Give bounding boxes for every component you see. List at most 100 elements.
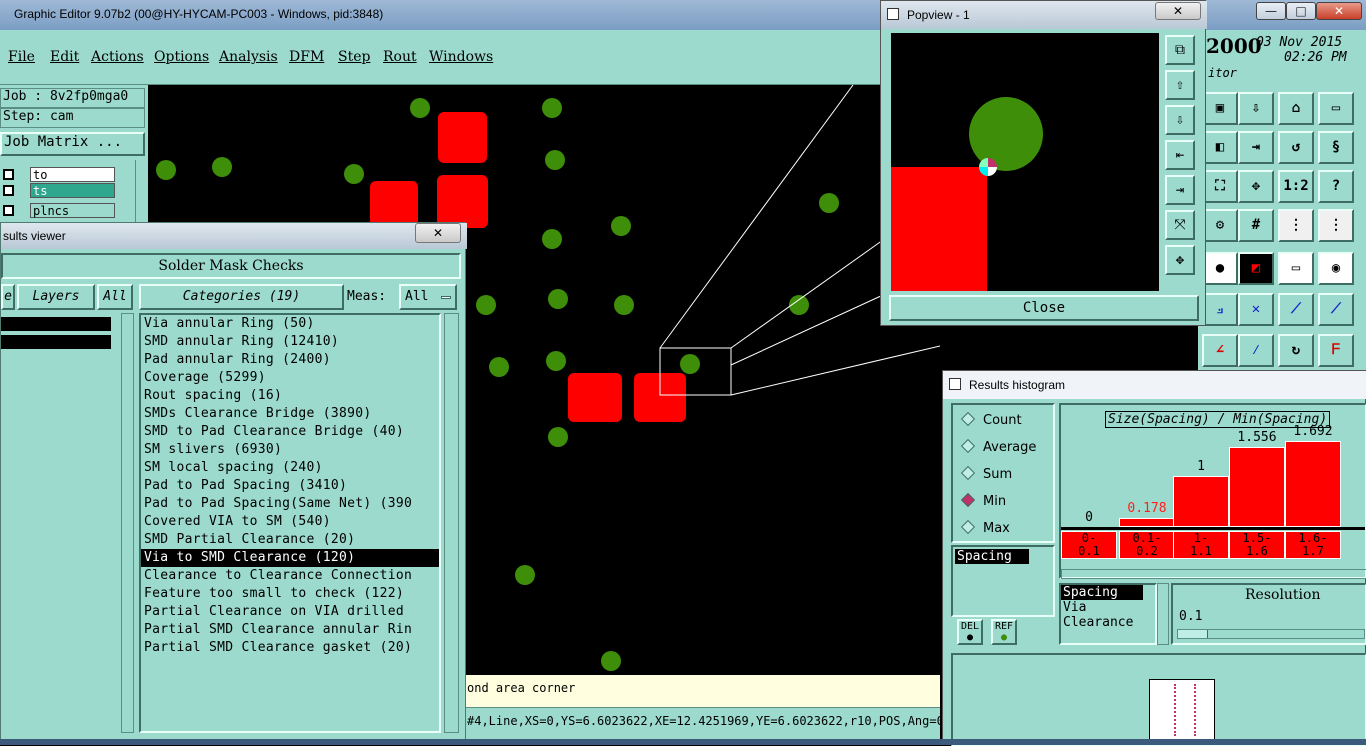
checkbox-icon[interactable] xyxy=(3,169,14,180)
categories-button[interactable]: Categories (19) xyxy=(139,284,344,310)
category-list[interactable]: Via annular Ring (50) SMD annular Ring (1… xyxy=(139,313,441,733)
route-icon[interactable]: § xyxy=(1318,131,1354,164)
layers-button[interactable]: Layers xyxy=(17,284,95,310)
category-item[interactable]: Via to SMD Clearance (120) xyxy=(141,549,439,567)
maximize-button[interactable]: □ xyxy=(1286,2,1316,20)
category-item[interactable]: Pad to Pad Spacing(Same Net) (390 xyxy=(141,495,439,513)
category-item[interactable]: Via annular Ring (50) xyxy=(141,315,439,333)
layer-result-row[interactable] xyxy=(1,335,111,349)
ratio-button[interactable]: 1:2 xyxy=(1278,170,1314,203)
pan-left-icon[interactable]: ⇤ xyxy=(1165,140,1195,170)
checkbox-icon[interactable] xyxy=(3,205,14,216)
category-item[interactable]: Partial SMD Clearance annular Rin xyxy=(141,621,439,639)
measure-item[interactable]: Clearance xyxy=(1061,615,1155,630)
menu-step[interactable]: Step xyxy=(338,49,370,65)
meas-select[interactable]: All xyxy=(399,284,457,310)
target-icon[interactable]: ◉ xyxy=(1318,252,1354,285)
menu-rout[interactable]: Rout xyxy=(383,49,417,65)
rect-select-icon[interactable]: ◩ xyxy=(1238,252,1274,285)
line-alt-icon[interactable]: ⟋ xyxy=(1318,293,1354,326)
category-item[interactable]: Rout spacing (16) xyxy=(141,387,439,405)
download-icon[interactable]: ⇩ xyxy=(1238,92,1274,125)
measure-item-selected[interactable]: Spacing xyxy=(955,549,1029,564)
del-button[interactable]: DEL ● xyxy=(957,619,983,645)
category-item[interactable]: Coverage (5299) xyxy=(141,369,439,387)
window-icon[interactable]: ▭ xyxy=(1318,92,1354,125)
slider-thumb[interactable] xyxy=(1178,630,1208,638)
fit-icon[interactable]: ⛶ xyxy=(1202,170,1238,203)
menu-dfm[interactable]: DFM xyxy=(289,49,324,65)
menu-actions[interactable]: Actions xyxy=(91,49,144,65)
popview-close-icon[interactable]: ✕ xyxy=(1155,2,1201,20)
fit-all-icon[interactable]: ✥ xyxy=(1165,245,1195,275)
node-icon[interactable]: ⟓ xyxy=(1202,293,1238,326)
zoom-fit-icon[interactable]: ⧉ xyxy=(1165,35,1195,65)
move-icon[interactable]: ✥ xyxy=(1238,170,1274,203)
popview-close-button[interactable]: Close xyxy=(889,295,1199,321)
pan-right-icon[interactable]: ⇥ xyxy=(1165,175,1195,205)
layer-result-row[interactable] xyxy=(1,317,111,331)
menu-options[interactable]: Options xyxy=(154,49,209,65)
net-icon[interactable]: ⋮ xyxy=(1278,209,1314,242)
zoom-out-icon[interactable]: ⇩ xyxy=(1165,105,1195,135)
angle-icon[interactable]: ∠ xyxy=(1202,334,1238,367)
layer-scrollbar[interactable] xyxy=(135,160,148,225)
category-item[interactable]: SMD annular Ring (12410) xyxy=(141,333,439,351)
mode-sum[interactable]: Sum xyxy=(960,465,1012,482)
mode-max[interactable]: Max xyxy=(960,519,1010,536)
loop-icon[interactable]: ↺ xyxy=(1278,131,1314,164)
ref-button[interactable]: REF ● xyxy=(991,619,1017,645)
category-item[interactable]: SMD to Pad Clearance Bridge (40) xyxy=(141,423,439,441)
left-stub-button[interactable]: e xyxy=(1,284,15,310)
measure-list-left[interactable]: Spacing xyxy=(951,545,1055,617)
arc-icon[interactable]: ↻ xyxy=(1278,334,1314,367)
checkbox-icon[interactable] xyxy=(3,185,14,196)
resolution-slider[interactable] xyxy=(1177,629,1365,639)
category-item[interactable]: Feature too small to check (122) xyxy=(141,585,439,603)
measure-scrollbar[interactable] xyxy=(1157,583,1169,645)
popview-canvas[interactable] xyxy=(891,33,1159,291)
histogram-bar[interactable] xyxy=(1173,476,1229,527)
category-item[interactable]: Clearance to Clearance Connection xyxy=(141,567,439,585)
menu-edit[interactable]: Edit xyxy=(50,49,79,65)
slash-icon[interactable]: ⁄ xyxy=(1238,334,1274,367)
histogram-bar[interactable] xyxy=(1229,447,1285,527)
zoom-in-icon[interactable]: ⇧ xyxy=(1165,70,1195,100)
mode-average[interactable]: Average xyxy=(960,438,1036,455)
line-icon[interactable]: ⟋ xyxy=(1278,293,1314,326)
menu-file[interactable]: File xyxy=(8,49,35,65)
close-icon[interactable]: ✕ xyxy=(415,223,461,243)
layer-row[interactable]: plncs xyxy=(0,203,115,219)
category-item[interactable]: Partial Clearance on VIA drilled xyxy=(141,603,439,621)
tool-icon[interactable]: ▣ xyxy=(1202,92,1238,125)
category-item[interactable]: Pad to Pad Spacing (3410) xyxy=(141,477,439,495)
minimize-button[interactable]: — xyxy=(1256,2,1286,20)
move-right-icon[interactable]: ⇥ xyxy=(1238,131,1274,164)
measure-item-selected[interactable]: Spacing xyxy=(1061,585,1143,600)
histogram-bar[interactable] xyxy=(1119,518,1175,527)
close-button[interactable]: ✕ xyxy=(1316,2,1362,20)
mode-count[interactable]: Count xyxy=(960,411,1022,428)
home-icon[interactable]: ⌂ xyxy=(1278,92,1314,125)
category-item[interactable]: Pad annular Ring (2400) xyxy=(141,351,439,369)
measure-list[interactable]: Spacing Via Clearance xyxy=(1059,583,1157,645)
category-item[interactable]: SM local spacing (240) xyxy=(141,459,439,477)
layer-row[interactable]: ts xyxy=(0,183,115,199)
ruler-icon[interactable]: ▭ xyxy=(1278,252,1314,285)
categories-scrollbar[interactable] xyxy=(444,313,459,733)
histogram-bar[interactable] xyxy=(1285,441,1341,527)
layers-all-button[interactable]: All xyxy=(97,284,133,310)
layers-scrollbar[interactable] xyxy=(121,313,134,733)
tool-icon[interactable]: ◧ xyxy=(1202,131,1238,164)
net-alt-icon[interactable]: ⋮ xyxy=(1318,209,1354,242)
center-icon[interactable]: ⤧ xyxy=(1165,210,1195,240)
mode-min[interactable]: Min xyxy=(960,492,1006,509)
measure-icon[interactable]: ⚙ xyxy=(1202,209,1238,242)
measure-item[interactable]: Via xyxy=(1061,600,1155,615)
help-button[interactable]: ? xyxy=(1318,170,1354,203)
category-item[interactable]: SMDs Clearance Bridge (3890) xyxy=(141,405,439,423)
category-item[interactable]: SM slivers (6930) xyxy=(141,441,439,459)
ff-icon[interactable]: ᖴ xyxy=(1318,334,1354,367)
menu-analysis[interactable]: Analysis xyxy=(219,49,278,65)
category-item[interactable]: Covered VIA to SM (540) xyxy=(141,513,439,531)
